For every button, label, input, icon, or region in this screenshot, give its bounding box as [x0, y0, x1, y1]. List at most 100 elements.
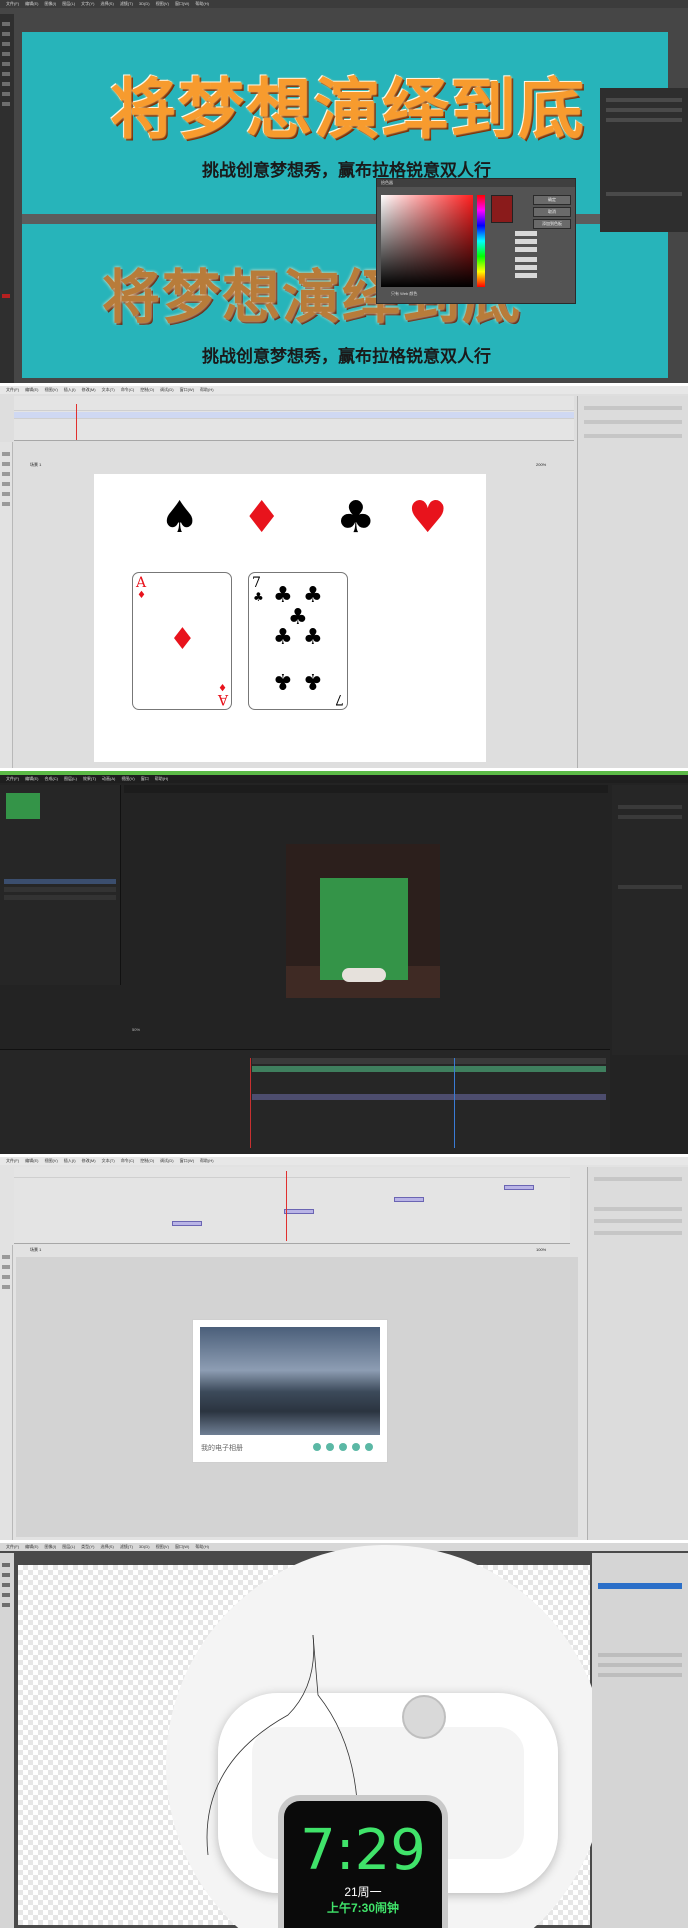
panel-row[interactable] — [584, 434, 682, 438]
menu-item[interactable]: 动画(A) — [102, 775, 115, 783]
menu-item[interactable]: 图像(I) — [44, 0, 56, 8]
menu-item[interactable]: 效果(T) — [83, 775, 96, 783]
nav-dot-button[interactable] — [326, 1443, 334, 1451]
menu-item[interactable]: 编辑(E) — [25, 775, 38, 783]
card-seven-clubs[interactable]: 7 ♣ ♣ ♣ ♣ ♣ ♣ ♣ ♣ 7 — [248, 572, 348, 710]
panel-row[interactable] — [594, 1177, 682, 1181]
free-transform-tool-icon[interactable] — [2, 472, 10, 476]
green-field[interactable] — [515, 265, 537, 270]
menu-item[interactable]: 3D(D) — [139, 1543, 150, 1551]
menu-item[interactable]: 图层(L) — [62, 1543, 75, 1551]
timeline-ruler[interactable] — [14, 404, 574, 411]
saturation-field[interactable] — [381, 195, 473, 287]
composition-tab-bar[interactable] — [124, 785, 608, 793]
timeline-ruler[interactable] — [14, 1171, 570, 1178]
panel-row[interactable] — [584, 406, 682, 410]
nav-dot-button[interactable] — [352, 1443, 360, 1451]
stage[interactable]: ♠ ♦ ♣ ♥ A ♦ ♦ ♦ A 7 ♣ ♣ ♣ ♣ ♣ ♣ ♣ ♣ 7 — [94, 474, 486, 762]
menu-item[interactable]: 插入(I) — [64, 386, 76, 394]
selected-layer[interactable] — [598, 1583, 682, 1589]
crop-tool-icon[interactable] — [2, 52, 10, 56]
move-tool-icon[interactable] — [2, 22, 10, 26]
menu-item[interactable]: 编辑(E) — [25, 0, 38, 8]
playhead[interactable] — [286, 1171, 287, 1241]
hue-slider[interactable] — [477, 195, 485, 287]
menu-item[interactable]: 文件(F) — [6, 386, 19, 394]
menu-item[interactable]: 插入(I) — [64, 1157, 76, 1165]
selection-tool-icon[interactable] — [2, 1255, 10, 1259]
menu-item[interactable]: 文件(F) — [6, 1157, 19, 1165]
gradient-tool-icon[interactable] — [2, 82, 10, 86]
hue-field[interactable] — [515, 231, 537, 236]
menu-item[interactable]: 调试(D) — [160, 1157, 174, 1165]
panel-row[interactable] — [598, 1673, 682, 1677]
layer-bar-purple[interactable] — [252, 1094, 606, 1100]
menu-item[interactable]: 编辑(E) — [25, 1157, 38, 1165]
red-field[interactable] — [515, 257, 537, 262]
panel-row[interactable] — [618, 885, 682, 889]
pen-tool-icon[interactable] — [2, 1593, 10, 1597]
add-swatch-button[interactable]: 添加到色板 — [533, 219, 571, 229]
brightness-field[interactable] — [515, 247, 537, 252]
text-tool-icon[interactable] — [2, 1285, 10, 1289]
menu-item[interactable]: 类型(Y) — [81, 1543, 94, 1551]
menu-item[interactable]: 文件(F) — [6, 0, 19, 8]
subselection-tool-icon[interactable] — [2, 462, 10, 466]
marquee-tool-icon[interactable] — [2, 1573, 10, 1577]
panel-row[interactable] — [598, 1653, 682, 1657]
menu-item[interactable]: 视图(V) — [44, 1157, 57, 1165]
menu-item[interactable]: 命令(C) — [121, 386, 135, 394]
panel-row[interactable] — [618, 805, 682, 809]
nav-dot-button[interactable] — [365, 1443, 373, 1451]
current-time-indicator[interactable] — [454, 1058, 455, 1148]
ok-button[interactable]: 确定 — [533, 195, 571, 205]
zoom-select[interactable]: 50% — [132, 1027, 140, 1032]
web-only-checkbox[interactable]: 只有 Web 颜色 — [391, 291, 417, 297]
nav-dot-button[interactable] — [313, 1443, 321, 1451]
menu-item[interactable]: 文本(T) — [102, 386, 115, 394]
nav-dot-button[interactable] — [339, 1443, 347, 1451]
free-transform-tool-icon[interactable] — [2, 1275, 10, 1279]
cancel-button[interactable]: 取消 — [533, 207, 571, 217]
tween-span[interactable] — [284, 1209, 314, 1214]
menu-item[interactable]: 文件(F) — [6, 1543, 19, 1551]
menu-item[interactable]: 图层(L) — [64, 775, 77, 783]
project-item[interactable] — [4, 887, 116, 892]
layer-bar-green[interactable] — [252, 1066, 606, 1072]
menu-item[interactable]: 图像(I) — [44, 1543, 56, 1551]
panel-row[interactable] — [584, 420, 682, 424]
composition-viewer[interactable] — [286, 844, 440, 998]
eraser-tool-icon[interactable] — [2, 72, 10, 76]
menu-item[interactable]: 文件(F) — [6, 775, 19, 783]
green-screen-layer[interactable] — [320, 878, 408, 980]
menu-item[interactable]: 帮助(H) — [155, 775, 169, 783]
menu-item[interactable]: 文本(T) — [102, 1157, 115, 1165]
tween-span[interactable] — [172, 1221, 202, 1226]
saturation-value-field[interactable] — [515, 239, 537, 244]
panel-row[interactable] — [594, 1207, 682, 1211]
menu-item[interactable]: 控制(O) — [140, 1157, 154, 1165]
menu-item[interactable]: 窗口 — [141, 775, 149, 783]
subselection-tool-icon[interactable] — [2, 1265, 10, 1269]
move-tool-icon[interactable] — [2, 1563, 10, 1567]
menu-item[interactable]: 滤镜(T) — [120, 0, 133, 8]
project-item-selected[interactable] — [4, 879, 116, 884]
menu-item[interactable]: 窗口(W) — [175, 0, 189, 8]
menu-item[interactable]: 滤镜(T) — [120, 1543, 133, 1551]
menu-item[interactable]: 修改(M) — [82, 1157, 96, 1165]
menu-item[interactable]: 文字(Y) — [81, 0, 94, 8]
time-ruler[interactable] — [252, 1058, 606, 1064]
panel-row[interactable] — [606, 98, 682, 102]
menu-item[interactable]: 选择(S) — [100, 0, 113, 8]
menu-item[interactable]: 窗口(W) — [180, 386, 194, 394]
menu-item[interactable]: 帮助(H) — [195, 0, 209, 8]
menu-item[interactable]: 合成(C) — [44, 775, 58, 783]
playhead[interactable] — [76, 404, 77, 440]
menu-item[interactable]: 命令(C) — [121, 1157, 135, 1165]
text-tool-icon[interactable] — [2, 92, 10, 96]
menu-item[interactable]: 视图(V) — [156, 0, 169, 8]
lasso-tool-icon[interactable] — [2, 1583, 10, 1587]
menu-item[interactable]: 控制(O) — [140, 386, 154, 394]
foreground-color-icon[interactable] — [2, 294, 10, 298]
menu-item[interactable]: 视图(V) — [121, 775, 134, 783]
